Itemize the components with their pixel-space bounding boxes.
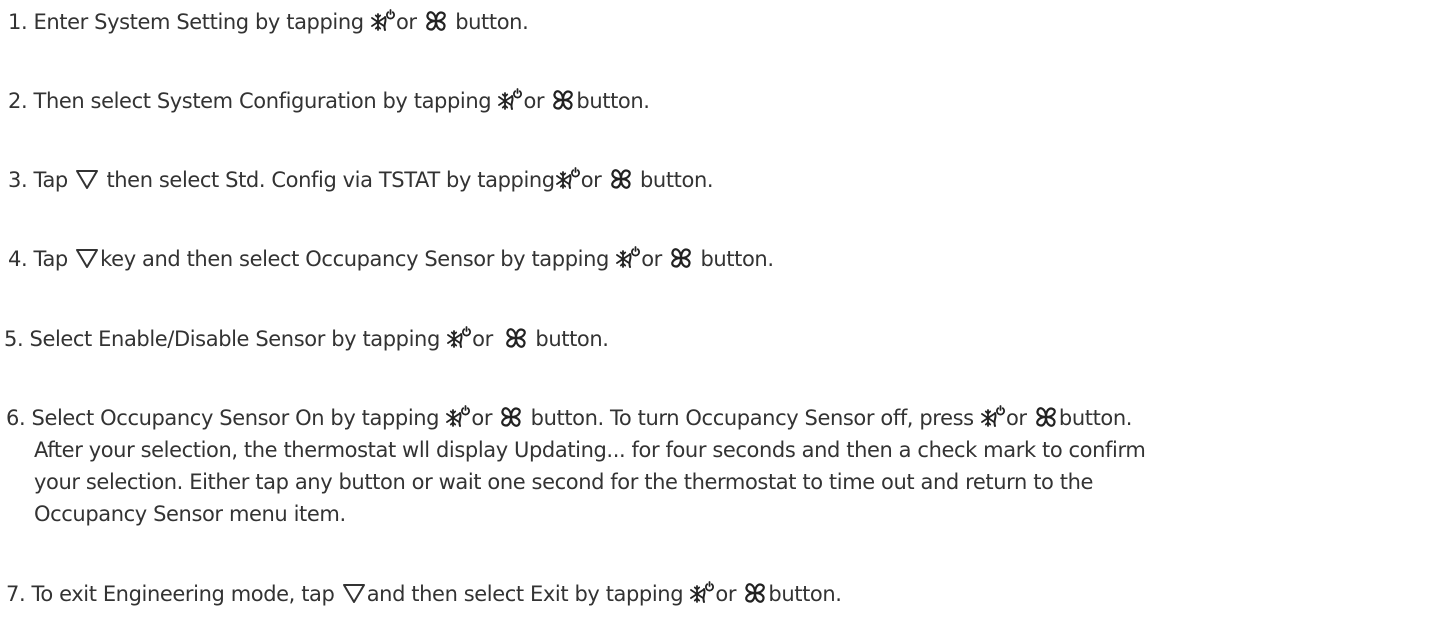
- fan-icon: [424, 9, 448, 33]
- step-text: 6. Select Occupancy Sensor On by tapping: [6, 406, 440, 430]
- step-text: then select Std. Config via TSTAT by tap…: [106, 168, 555, 192]
- step-text: and then select Exit by tapping: [366, 582, 684, 606]
- step-text: button.: [535, 327, 609, 351]
- instruction-step-5: 5. Select Enable/Disable Sensor by tappi…: [4, 323, 609, 355]
- step-text: 7. To exit Engineering mode, tap: [6, 582, 335, 606]
- instruction-step-2: 2. Then select System Configuration by t…: [8, 85, 650, 117]
- mode-snowflake-power-icon: [556, 167, 580, 191]
- step-text: or: [472, 327, 493, 351]
- fan-icon: [743, 581, 767, 605]
- step-text: or: [395, 10, 417, 34]
- instruction-step-6-continuation: your selection. Either tap any button or…: [34, 470, 1094, 494]
- instruction-step-7: 7. To exit Engineering mode, tap and the…: [6, 578, 842, 610]
- step-text: button.: [639, 168, 714, 192]
- fan-icon: [504, 326, 528, 350]
- down-triangle-icon: [75, 246, 99, 270]
- step-text: button.: [576, 89, 650, 113]
- mode-snowflake-power-icon: [690, 581, 714, 605]
- step-text: 4. Tap: [8, 247, 68, 271]
- step-text: button.: [455, 10, 529, 34]
- step-text: key and then select Occupancy Sensor by …: [100, 247, 609, 271]
- step-text: or: [715, 582, 737, 606]
- step-text: 3. Tap: [8, 168, 68, 192]
- mode-snowflake-power-icon: [371, 9, 395, 33]
- instruction-step-6-continuation: Occupancy Sensor menu item.: [34, 502, 346, 526]
- step-text: or: [580, 168, 602, 192]
- step-text: 2. Then select System Configuration by t…: [8, 89, 492, 113]
- step-text: or: [1005, 406, 1027, 430]
- fan-icon: [1034, 405, 1058, 429]
- fan-icon: [609, 167, 633, 191]
- mode-snowflake-power-icon: [616, 246, 640, 270]
- mode-snowflake-power-icon: [498, 88, 522, 112]
- step-text: button.: [1058, 406, 1133, 430]
- instruction-step-1: 1. Enter System Setting by tapping or bu…: [8, 6, 529, 38]
- step-text: or: [523, 89, 545, 113]
- instruction-step-6-continuation: After your selection, the thermostat wll…: [34, 438, 1146, 462]
- mode-snowflake-power-icon: [981, 405, 1005, 429]
- down-triangle-icon: [342, 581, 366, 605]
- step-text: button. To turn Occupancy Sensor off, pr…: [530, 406, 974, 430]
- down-triangle-icon: [75, 167, 99, 191]
- fan-icon: [551, 88, 575, 112]
- mode-snowflake-power-icon: [447, 326, 471, 350]
- step-text: or: [471, 406, 493, 430]
- step-text: button.: [768, 582, 842, 606]
- fan-icon: [499, 405, 523, 429]
- step-text: 1. Enter System Setting by tapping: [8, 10, 364, 34]
- instruction-step-3: 3. Tap then select Std. Config via TSTAT…: [8, 164, 714, 196]
- step-text: button.: [700, 247, 774, 271]
- mode-snowflake-power-icon: [446, 405, 470, 429]
- step-text: or: [641, 247, 662, 271]
- fan-icon: [669, 246, 693, 270]
- instruction-step-4: 4. Tap key and then select Occupancy Sen…: [8, 243, 774, 275]
- step-text: 5. Select Enable/Disable Sensor by tappi…: [4, 327, 440, 351]
- instruction-step-6: 6. Select Occupancy Sensor On by tapping…: [6, 402, 1132, 434]
